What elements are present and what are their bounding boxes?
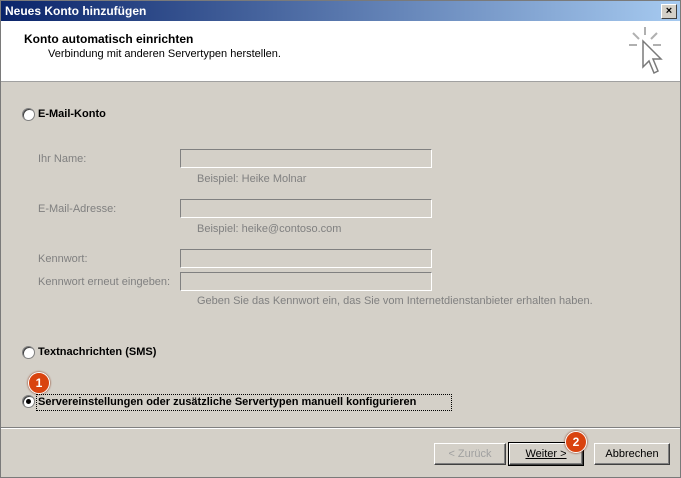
- next-button-label: Weiter >: [525, 448, 567, 460]
- manual-config-label[interactable]: Servereinstellungen oder zusätzliche Ser…: [38, 396, 416, 408]
- title-bar: Neues Konto hinzufügen ×: [1, 1, 680, 21]
- step-badge-1: 1: [28, 372, 50, 394]
- password-repeat-field[interactable]: [180, 272, 432, 291]
- cancel-button[interactable]: Abbrechen: [594, 443, 670, 465]
- wizard-cursor-icon: [629, 27, 663, 75]
- header-title: Konto automatisch einrichten: [24, 32, 194, 46]
- email-label: E-Mail-Adresse:: [38, 203, 117, 215]
- sms-label[interactable]: Textnachrichten (SMS): [38, 346, 156, 358]
- password-field[interactable]: [180, 249, 432, 268]
- window-title: Neues Konto hinzufügen: [5, 4, 147, 18]
- sms-radio[interactable]: [22, 346, 35, 359]
- manual-config-radio[interactable]: [22, 395, 35, 408]
- header-subtitle: Verbindung mit anderen Servertypen herst…: [48, 48, 281, 60]
- wizard-header: Konto automatisch einrichten Verbindung …: [1, 21, 680, 82]
- name-label: Ihr Name:: [38, 153, 87, 165]
- password-label: Kennwort:: [38, 253, 88, 265]
- close-button[interactable]: ×: [661, 4, 677, 19]
- email-account-radio[interactable]: [22, 108, 35, 121]
- email-hint: Beispiel: heike@contoso.com: [197, 223, 342, 235]
- email-field[interactable]: [180, 199, 432, 218]
- step-badge-2: 2: [565, 431, 587, 453]
- name-field[interactable]: [180, 149, 432, 168]
- add-account-dialog: Neues Konto hinzufügen × Konto automatis…: [0, 0, 681, 478]
- email-account-label[interactable]: E-Mail-Konto: [38, 108, 106, 120]
- password-hint: Geben Sie das Kennwort ein, das Sie vom …: [197, 295, 593, 307]
- password-repeat-label: Kennwort erneut eingeben:: [38, 276, 171, 288]
- name-hint: Beispiel: Heike Molnar: [197, 173, 307, 185]
- back-button[interactable]: < Zurück: [434, 443, 506, 465]
- button-separator: [1, 427, 680, 429]
